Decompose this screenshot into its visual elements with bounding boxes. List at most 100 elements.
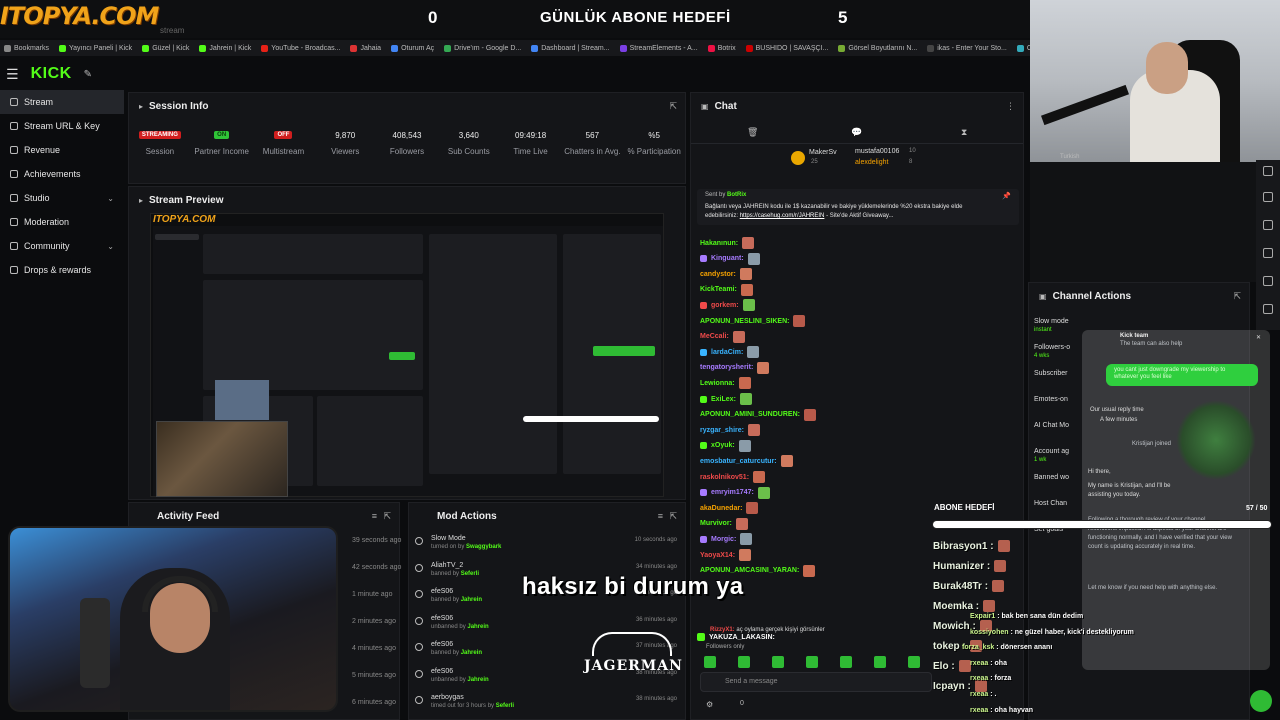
menu-icon[interactable]: ☰ <box>6 66 19 83</box>
chat-message[interactable]: Hakanınun: <box>700 237 755 249</box>
chat-message[interactable]: lardaCim: <box>700 346 760 359</box>
bookmark-item[interactable]: ikas - Enter Your Sto... <box>927 44 1007 52</box>
chat-username[interactable]: lardaCim: <box>711 349 743 356</box>
chat-message[interactable]: emosbatur_caturcutur: <box>700 455 793 468</box>
chat-username[interactable]: MeCcali: <box>700 333 729 340</box>
bookmark-item[interactable]: YouTube - Broadcas... <box>261 44 340 52</box>
chat-message[interactable]: APONUN_NESLINI_SIKEN: <box>700 315 806 327</box>
mod-action-row[interactable]: efeS06 unbanned by Jahrein <box>415 668 489 683</box>
bookmark-item[interactable]: Jahaia <box>350 44 381 52</box>
mod-action-row[interactable]: Slow Mode turned on by Swaggybark <box>415 535 501 550</box>
chat-input[interactable]: Send a message <box>700 672 932 692</box>
mod-action-row[interactable]: efeS06 unbanned by Jahrein <box>415 615 489 630</box>
close-icon[interactable] <box>1263 166 1273 176</box>
sidebar-item-stream-url-key[interactable]: Stream URL & Key <box>0 114 124 138</box>
mod-action-by[interactable]: Jahrein <box>461 597 482 603</box>
chat-message[interactable]: tengatorysherit: <box>700 361 770 374</box>
sidebar-item-drops-rewards[interactable]: Drops & rewards <box>0 258 124 282</box>
chat-username[interactable]: emryim1747: <box>711 489 754 496</box>
chat-icon[interactable] <box>1263 248 1273 258</box>
bookmark-item[interactable]: Bookmarks <box>4 44 49 52</box>
bookmark-item[interactable]: Jahrein | Kick <box>199 44 251 52</box>
channel-action-item[interactable]: Slow mode instant <box>1034 318 1069 334</box>
chat-username[interactable]: xOyuk: <box>711 442 735 449</box>
mod-action-by[interactable]: Jahrein <box>467 677 488 683</box>
pin-icon[interactable]: 📌 <box>1002 192 1011 200</box>
help-launcher-icon[interactable] <box>1250 690 1272 712</box>
bookmark-item[interactable]: Yayıncı Paneli | Kick <box>59 44 132 52</box>
channel-action-item[interactable]: AI Chat Mo <box>1034 422 1069 430</box>
collapse-icon[interactable]: ▸ <box>139 102 143 111</box>
chat-message[interactable]: MeCcali: <box>700 330 745 343</box>
chat-message[interactable]: emryim1747: <box>700 486 770 499</box>
filter-icon[interactable]: ≡ <box>658 511 663 521</box>
chat-username[interactable]: ryzgar_shire: <box>700 427 744 434</box>
chat-username[interactable]: gorkem: <box>711 302 739 309</box>
chat-message[interactable]: akaDunedar: <box>700 502 759 515</box>
chat-message[interactable]: Morgic: <box>700 533 753 546</box>
close-icon[interactable]: ✕ <box>1256 334 1261 343</box>
chat-username[interactable]: APONUN_NESLINI_SIKEN: <box>700 318 789 325</box>
chat-username[interactable]: candystor: <box>700 271 736 278</box>
hourglass-icon[interactable]: ⧗ <box>961 127 967 138</box>
chat-message[interactable]: ExiLex: <box>700 393 752 405</box>
sidebar-item-moderation[interactable]: Moderation <box>0 210 124 234</box>
chevron-down-icon[interactable]: ⌄ <box>107 242 114 251</box>
emote-icon[interactable] <box>704 656 716 668</box>
channel-action-item[interactable]: Banned wo <box>1034 474 1069 482</box>
kick-logo[interactable]: KICK <box>31 65 72 83</box>
sidebar-item-stream[interactable]: Stream <box>0 90 124 114</box>
mod-action-row[interactable]: efeS06 banned by Jahrein <box>415 641 482 656</box>
bookmark-item[interactable]: StreamElements - A... <box>619 44 698 52</box>
mod-action-by[interactable]: Jahrein <box>461 650 482 656</box>
chat-message[interactable]: ryzgar_shire: <box>700 424 760 437</box>
chat-username[interactable]: Morgic: <box>711 536 736 543</box>
chat-message[interactable]: Lewionna: <box>700 377 751 390</box>
popout-icon[interactable]: ⇱ <box>1233 291 1241 302</box>
emote-icon[interactable] <box>840 656 852 668</box>
chat-message[interactable]: YaoyaX14: <box>700 549 752 561</box>
chat-message[interactable]: KickTeami: <box>700 283 753 296</box>
sidebar-item-community[interactable]: Community ⌄ <box>0 234 124 258</box>
bookmark-item[interactable]: Oturum Aç <box>391 44 434 52</box>
sidebar-item-revenue[interactable]: Revenue <box>0 138 124 162</box>
emote-icon[interactable] <box>806 656 818 668</box>
mod-action-by[interactable]: Seferli <box>461 571 479 577</box>
mod-action-row[interactable]: AliahTV_2 banned by Seferli <box>415 562 479 577</box>
gift-icon[interactable] <box>1263 276 1273 286</box>
mod-action-row[interactable]: efeS06 banned by Jahrein <box>415 588 482 603</box>
bolt-icon[interactable] <box>1263 192 1273 202</box>
chevron-down-icon[interactable]: ⌄ <box>107 194 114 203</box>
address-bar[interactable]: stream <box>160 26 184 35</box>
chat-message[interactable]: Murvivor: <box>700 517 748 530</box>
popout-icon[interactable]: ⇱ <box>669 511 677 522</box>
chat-message[interactable]: APONUN_AMINI_SUNDUREN: <box>700 408 816 421</box>
chat-message[interactable]: gorkem: <box>700 299 755 312</box>
mod-action-by[interactable]: Jahrein <box>467 624 488 630</box>
settings-icon[interactable]: ⚙ <box>706 700 713 709</box>
chat-message[interactable]: xOyuk: <box>700 439 751 452</box>
emote-icon[interactable] <box>738 656 750 668</box>
more-icon[interactable]: ⋮ <box>1006 101 1015 112</box>
mod-action-by[interactable]: Swaggybark <box>466 544 501 550</box>
popout-icon[interactable]: ⇱ <box>383 511 391 522</box>
bookmark-item[interactable]: BUSHIDO | SAVAŞÇI... <box>745 44 828 52</box>
emote-icon[interactable] <box>908 656 920 668</box>
chat-username[interactable]: tengatorysherit: <box>700 364 753 371</box>
channel-action-item[interactable]: Subscriber <box>1034 370 1067 378</box>
chat-username[interactable]: raskolnikov51: <box>700 474 749 481</box>
channel-action-item[interactable]: Host Chan <box>1034 500 1067 508</box>
chat-message[interactable]: Kinguant: <box>700 252 760 265</box>
bookmark-item[interactable]: Drive'ım - Google D... <box>444 44 521 52</box>
pinned-message[interactable]: Sent by BotRix Bağlantı veya JAHREIN kod… <box>697 189 1019 225</box>
chat-username[interactable]: akaDunedar: <box>700 505 742 512</box>
filter-icon[interactable]: ≡ <box>372 511 377 521</box>
bookmark-item[interactable]: Dashboard | Stream... <box>531 44 610 52</box>
chat-username[interactable]: YaoyaX14: <box>700 552 735 559</box>
channel-action-item[interactable]: Account ag 1 wk <box>1034 448 1069 464</box>
chat-message[interactable]: raskolnikov51: <box>700 471 766 483</box>
chat-username[interactable]: APONUN_AMINI_SUNDUREN: <box>700 411 800 418</box>
bookmark-item[interactable]: Güzel | Kick <box>142 44 189 52</box>
chat-username[interactable]: Murvivor: <box>700 520 732 527</box>
bookmark-item[interactable]: Botrix <box>707 44 736 52</box>
